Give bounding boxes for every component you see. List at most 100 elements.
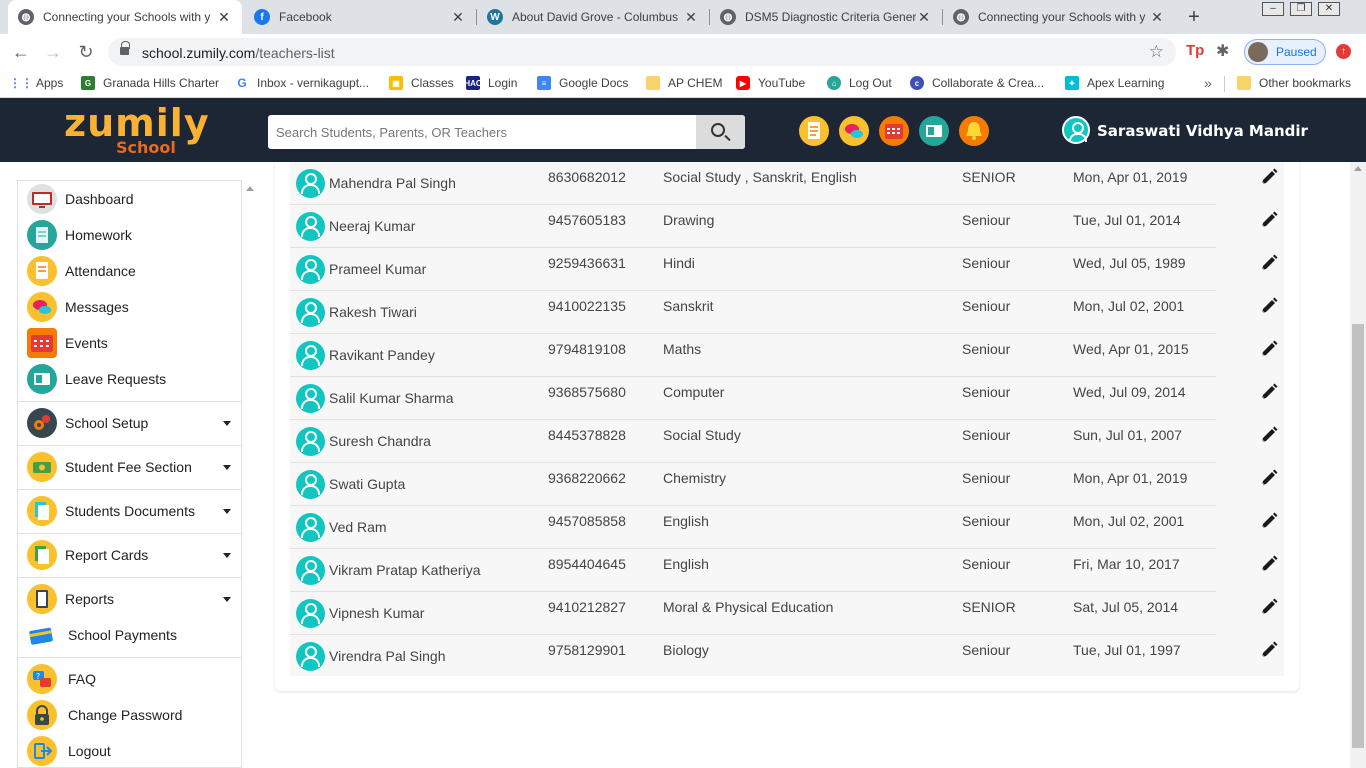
sidebar-item-school-setup[interactable]: School Setup bbox=[18, 403, 242, 443]
close-icon[interactable]: ✕ bbox=[916, 9, 932, 26]
edit-pencil-icon[interactable] bbox=[1259, 511, 1279, 531]
new-tab-button[interactable]: + bbox=[1184, 7, 1204, 27]
sidebar-item-dashboard[interactable]: Dashboard bbox=[18, 181, 242, 217]
sidebar-item-reports[interactable]: Reports bbox=[18, 579, 242, 619]
edit-pencil-icon[interactable] bbox=[1259, 640, 1279, 660]
edit-pencil-icon[interactable] bbox=[1259, 382, 1279, 402]
table-row[interactable]: Suresh Chandra 8445378828 Social Study Seni… bbox=[290, 420, 1216, 463]
search-input[interactable] bbox=[268, 115, 696, 149]
school-name[interactable]: Saraswati Vidhya Mandir bbox=[1097, 122, 1308, 140]
bookmark-item[interactable]: G Inbox - vernikagupt... bbox=[235, 76, 369, 90]
sidebar-item-events[interactable]: Events bbox=[18, 325, 242, 361]
scroll-up-arrow-icon[interactable] bbox=[1354, 166, 1362, 171]
forward-button[interactable]: → bbox=[42, 41, 64, 63]
sidebar-item-logout[interactable]: Logout bbox=[18, 733, 242, 768]
browser-tab[interactable]: ◍ Connecting your Schools with y ✕ bbox=[943, 0, 1175, 34]
table-row[interactable]: Vikram Pratap Katheriya 8954404645 English… bbox=[290, 549, 1216, 592]
bookmark-item[interactable]: HAC Login bbox=[464, 76, 517, 90]
table-row[interactable]: Rakesh Tiwari 9410022135 Sanskrit Seniour Mo… bbox=[290, 291, 1216, 334]
bookmark-item[interactable]: ✦ Apex Learning bbox=[1065, 76, 1164, 90]
teacher-name[interactable]: Prameel Kumar bbox=[329, 261, 426, 277]
sidebar-item-leave-requests[interactable]: Leave Requests bbox=[18, 361, 242, 397]
zumily-logo[interactable]: zumily bbox=[64, 104, 210, 142]
sidebar-item-faq[interactable]: ? FAQ bbox=[18, 661, 242, 697]
search-button[interactable] bbox=[696, 115, 745, 149]
more-bookmarks-chevron-icon[interactable]: » bbox=[1204, 75, 1212, 91]
scroll-up-arrow-icon[interactable] bbox=[246, 186, 254, 191]
teacher-name[interactable]: Ravikant Pandey bbox=[329, 347, 435, 363]
close-icon[interactable]: ✕ bbox=[450, 9, 466, 26]
user-avatar-icon[interactable] bbox=[1062, 116, 1090, 144]
homework-icon[interactable] bbox=[799, 116, 829, 146]
edit-pencil-icon[interactable] bbox=[1259, 468, 1279, 488]
sidebar-item-students-documents[interactable]: Students Documents bbox=[18, 491, 242, 531]
browser-tab[interactable]: ◍ Connecting your Schools with y ✕ bbox=[8, 0, 242, 34]
back-button[interactable]: ← bbox=[10, 41, 32, 63]
teacher-name[interactable]: Ved Ram bbox=[329, 519, 387, 535]
profile-button[interactable]: Paused bbox=[1244, 39, 1326, 65]
sidebar-item-messages[interactable]: Messages bbox=[18, 289, 242, 325]
events-icon[interactable] bbox=[879, 116, 909, 146]
page-scrollbar[interactable] bbox=[1350, 162, 1366, 768]
bookmark-item[interactable]: AP CHEM bbox=[646, 76, 722, 90]
teacher-name[interactable]: Swati Gupta bbox=[329, 476, 405, 492]
table-row[interactable]: Mahendra Pal Singh 8630682012 Social Study… bbox=[290, 162, 1216, 205]
bookmark-item[interactable]: ⌂ Log Out bbox=[827, 76, 892, 90]
browser-tab[interactable]: W About David Grove - Columbus ✕ bbox=[477, 0, 709, 34]
teacher-name[interactable]: Mahendra Pal Singh bbox=[329, 175, 456, 191]
browser-tab[interactable]: ◍ DSM5 Diagnostic Criteria Gener ✕ bbox=[710, 0, 942, 34]
messages-icon[interactable] bbox=[839, 116, 869, 146]
table-row[interactable]: Swati Gupta 9368220662 Chemistry Seniour Mon… bbox=[290, 463, 1216, 506]
reload-button[interactable]: ↻ bbox=[75, 41, 97, 63]
teacher-name[interactable]: Suresh Chandra bbox=[329, 433, 431, 449]
close-icon[interactable]: ✕ bbox=[216, 9, 232, 26]
scrollbar-thumb[interactable] bbox=[1352, 324, 1364, 748]
table-row[interactable]: Virendra Pal Singh 9758129901 Biology Senio… bbox=[290, 635, 1216, 678]
table-row[interactable]: Ved Ram 9457085858 English Seniour Mon, Jul … bbox=[290, 506, 1216, 549]
edit-pencil-icon[interactable] bbox=[1259, 167, 1279, 187]
tp-extension-icon[interactable]: Tp bbox=[1186, 42, 1204, 59]
browser-tab[interactable]: f Facebook ✕ bbox=[244, 0, 476, 34]
edit-pencil-icon[interactable] bbox=[1259, 597, 1279, 617]
edit-pencil-icon[interactable] bbox=[1259, 339, 1279, 359]
extensions-icon[interactable]: ✱ bbox=[1216, 41, 1229, 61]
address-bar[interactable]: school.zumily.com/teachers-list ☆ bbox=[108, 38, 1176, 66]
edit-pencil-icon[interactable] bbox=[1259, 253, 1279, 273]
sidebar-item-change-password[interactable]: Change Password bbox=[18, 697, 242, 733]
teacher-name[interactable]: Rakesh Tiwari bbox=[329, 304, 417, 320]
bookmark-item[interactable]: ▣ Classes bbox=[389, 76, 454, 90]
update-icon[interactable]: ↑ bbox=[1336, 44, 1351, 59]
sidebar-scrollbar[interactable] bbox=[243, 180, 257, 768]
sidebar-item-attendance[interactable]: Attendance bbox=[18, 253, 242, 289]
edit-pencil-icon[interactable] bbox=[1259, 210, 1279, 230]
bookmark-item[interactable]: ≡ Google Docs bbox=[537, 76, 628, 90]
notification-bell-icon[interactable] bbox=[959, 116, 989, 146]
bookmark-apps[interactable]: ⋮⋮ Apps bbox=[9, 76, 63, 90]
bookmark-item[interactable]: c Collaborate & Crea... bbox=[910, 76, 1044, 90]
bookmark-star-icon[interactable]: ☆ bbox=[1149, 42, 1164, 62]
table-row[interactable]: Prameel Kumar 9259436631 Hindi Seniour Wed, … bbox=[290, 248, 1216, 291]
minimize-button[interactable]: – bbox=[1262, 2, 1284, 16]
maximize-button[interactable]: ❐ bbox=[1290, 2, 1312, 16]
table-row[interactable]: Ravikant Pandey 9794819108 Maths Seniour Wed… bbox=[290, 334, 1216, 377]
sidebar-item-school-payments[interactable]: School Payments bbox=[18, 617, 242, 653]
table-row[interactable]: Vipnesh Kumar 9410212827 Moral & Physical … bbox=[290, 592, 1216, 635]
edit-pencil-icon[interactable] bbox=[1259, 554, 1279, 574]
window-close-button[interactable]: ✕ bbox=[1318, 2, 1340, 16]
teacher-name[interactable]: Neeraj Kumar bbox=[329, 218, 415, 234]
teacher-name[interactable]: Vikram Pratap Katheriya bbox=[329, 562, 480, 578]
sidebar-item-report-cards[interactable]: Report Cards bbox=[18, 535, 242, 575]
bookmark-item[interactable]: ▶ YouTube bbox=[736, 76, 805, 90]
sidebar-item-student-fee-section[interactable]: Student Fee Section bbox=[18, 447, 242, 487]
edit-pencil-icon[interactable] bbox=[1259, 296, 1279, 316]
table-row[interactable]: Neeraj Kumar 9457605183 Drawing Seniour Tue,… bbox=[290, 205, 1216, 248]
bookmark-item[interactable]: G Granada Hills Charter bbox=[81, 76, 219, 90]
other-bookmarks[interactable]: Other bookmarks bbox=[1237, 76, 1351, 90]
sidebar-item-homework[interactable]: Homework bbox=[18, 217, 242, 253]
edit-pencil-icon[interactable] bbox=[1259, 425, 1279, 445]
teacher-name[interactable]: Vipnesh Kumar bbox=[329, 605, 424, 621]
teacher-name[interactable]: Salil Kumar Sharma bbox=[329, 390, 454, 406]
teacher-name[interactable]: Virendra Pal Singh bbox=[329, 648, 445, 664]
close-icon[interactable]: ✕ bbox=[1149, 9, 1165, 26]
table-row[interactable]: Salil Kumar Sharma 9368575680 Computer Seni… bbox=[290, 377, 1216, 420]
